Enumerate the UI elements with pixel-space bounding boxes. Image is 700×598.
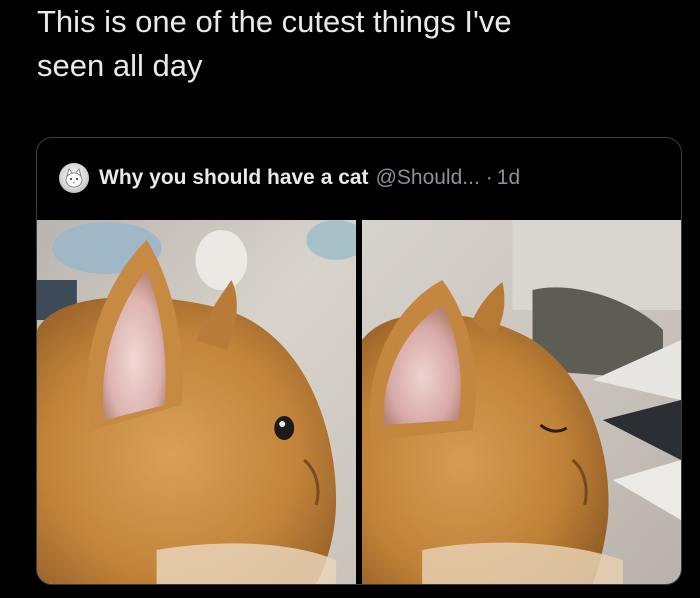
quoted-author-handle[interactable]: @Should...: [376, 166, 480, 190]
cat-profile-eyes-open-image: [37, 220, 356, 584]
quoted-timestamp[interactable]: 1d: [497, 166, 520, 190]
cat-photo-eyes-closed[interactable]: [362, 220, 681, 584]
cat-photo-eyes-open[interactable]: [37, 220, 356, 584]
cat-avatar-icon[interactable]: [59, 163, 89, 193]
header-separator: ·: [485, 166, 493, 189]
quoted-tweet-header: Why you should have a cat @Should... · 1…: [59, 160, 520, 196]
quoted-tweet-card[interactable]: Why you should have a cat @Should... · 1…: [36, 137, 682, 585]
quoted-media-grid: [37, 220, 681, 584]
cat-face-icon: [65, 168, 83, 188]
tweet-text-line-1: This is one of the cutest things I've: [37, 4, 512, 39]
cat-profile-eyes-closed-image: [362, 220, 681, 584]
tweet-text: This is one of the cutest things I've se…: [37, 0, 677, 88]
quoted-author-name[interactable]: Why you should have a cat: [99, 166, 369, 190]
tweet-text-line-2: seen all day: [37, 48, 203, 83]
